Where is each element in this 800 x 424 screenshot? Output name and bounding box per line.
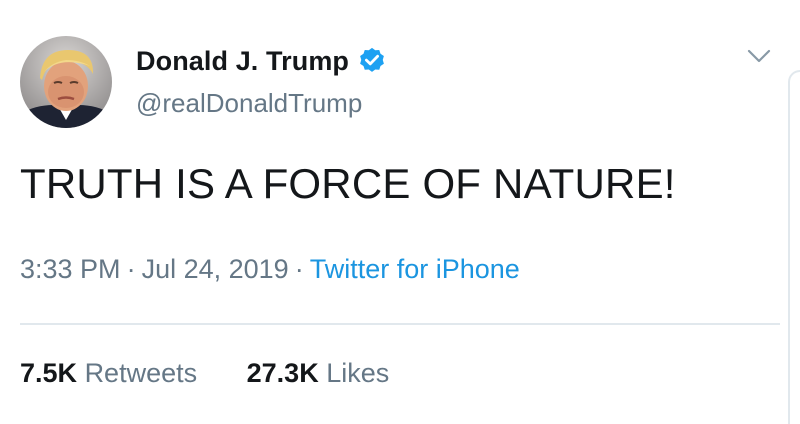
retweets-count: 7.5K [20, 358, 78, 388]
likes-count: 27.3K [246, 358, 319, 388]
divider [20, 323, 780, 325]
retweets-label: Retweets [84, 358, 198, 388]
tweet-source-link[interactable]: Twitter for iPhone [310, 254, 520, 284]
avatar[interactable] [20, 36, 112, 128]
reply-panel-edge [788, 70, 800, 424]
tweet-metadata: 3:33 PM · Jul 24, 2019 · Twitter for iPhone [20, 254, 520, 285]
display-name[interactable]: Donald J. Trump [136, 46, 349, 77]
likes-stat[interactable]: 27.3K Likes [247, 358, 390, 389]
tweet-text: TRUTH IS A FORCE OF NATURE! [20, 160, 676, 207]
retweets-stat[interactable]: 7.5K Retweets [20, 358, 197, 389]
chevron-down-icon[interactable] [746, 46, 772, 66]
verified-badge-icon [357, 46, 387, 76]
tweet-time[interactable]: 3:33 PM [20, 254, 121, 284]
likes-label: Likes [326, 358, 390, 388]
author-name-row[interactable]: Donald J. Trump [136, 44, 387, 78]
meta-separator: · [126, 254, 136, 284]
username-handle[interactable]: @realDonaldTrump [136, 88, 362, 119]
tweet-stats: 7.5K Retweets 27.3K Likes [20, 358, 389, 389]
tweet-date[interactable]: Jul 24, 2019 [142, 254, 289, 284]
tweet-detail: Donald J. Trump @realDonaldTrump TRUTH I… [0, 0, 800, 424]
meta-separator: · [294, 254, 304, 284]
